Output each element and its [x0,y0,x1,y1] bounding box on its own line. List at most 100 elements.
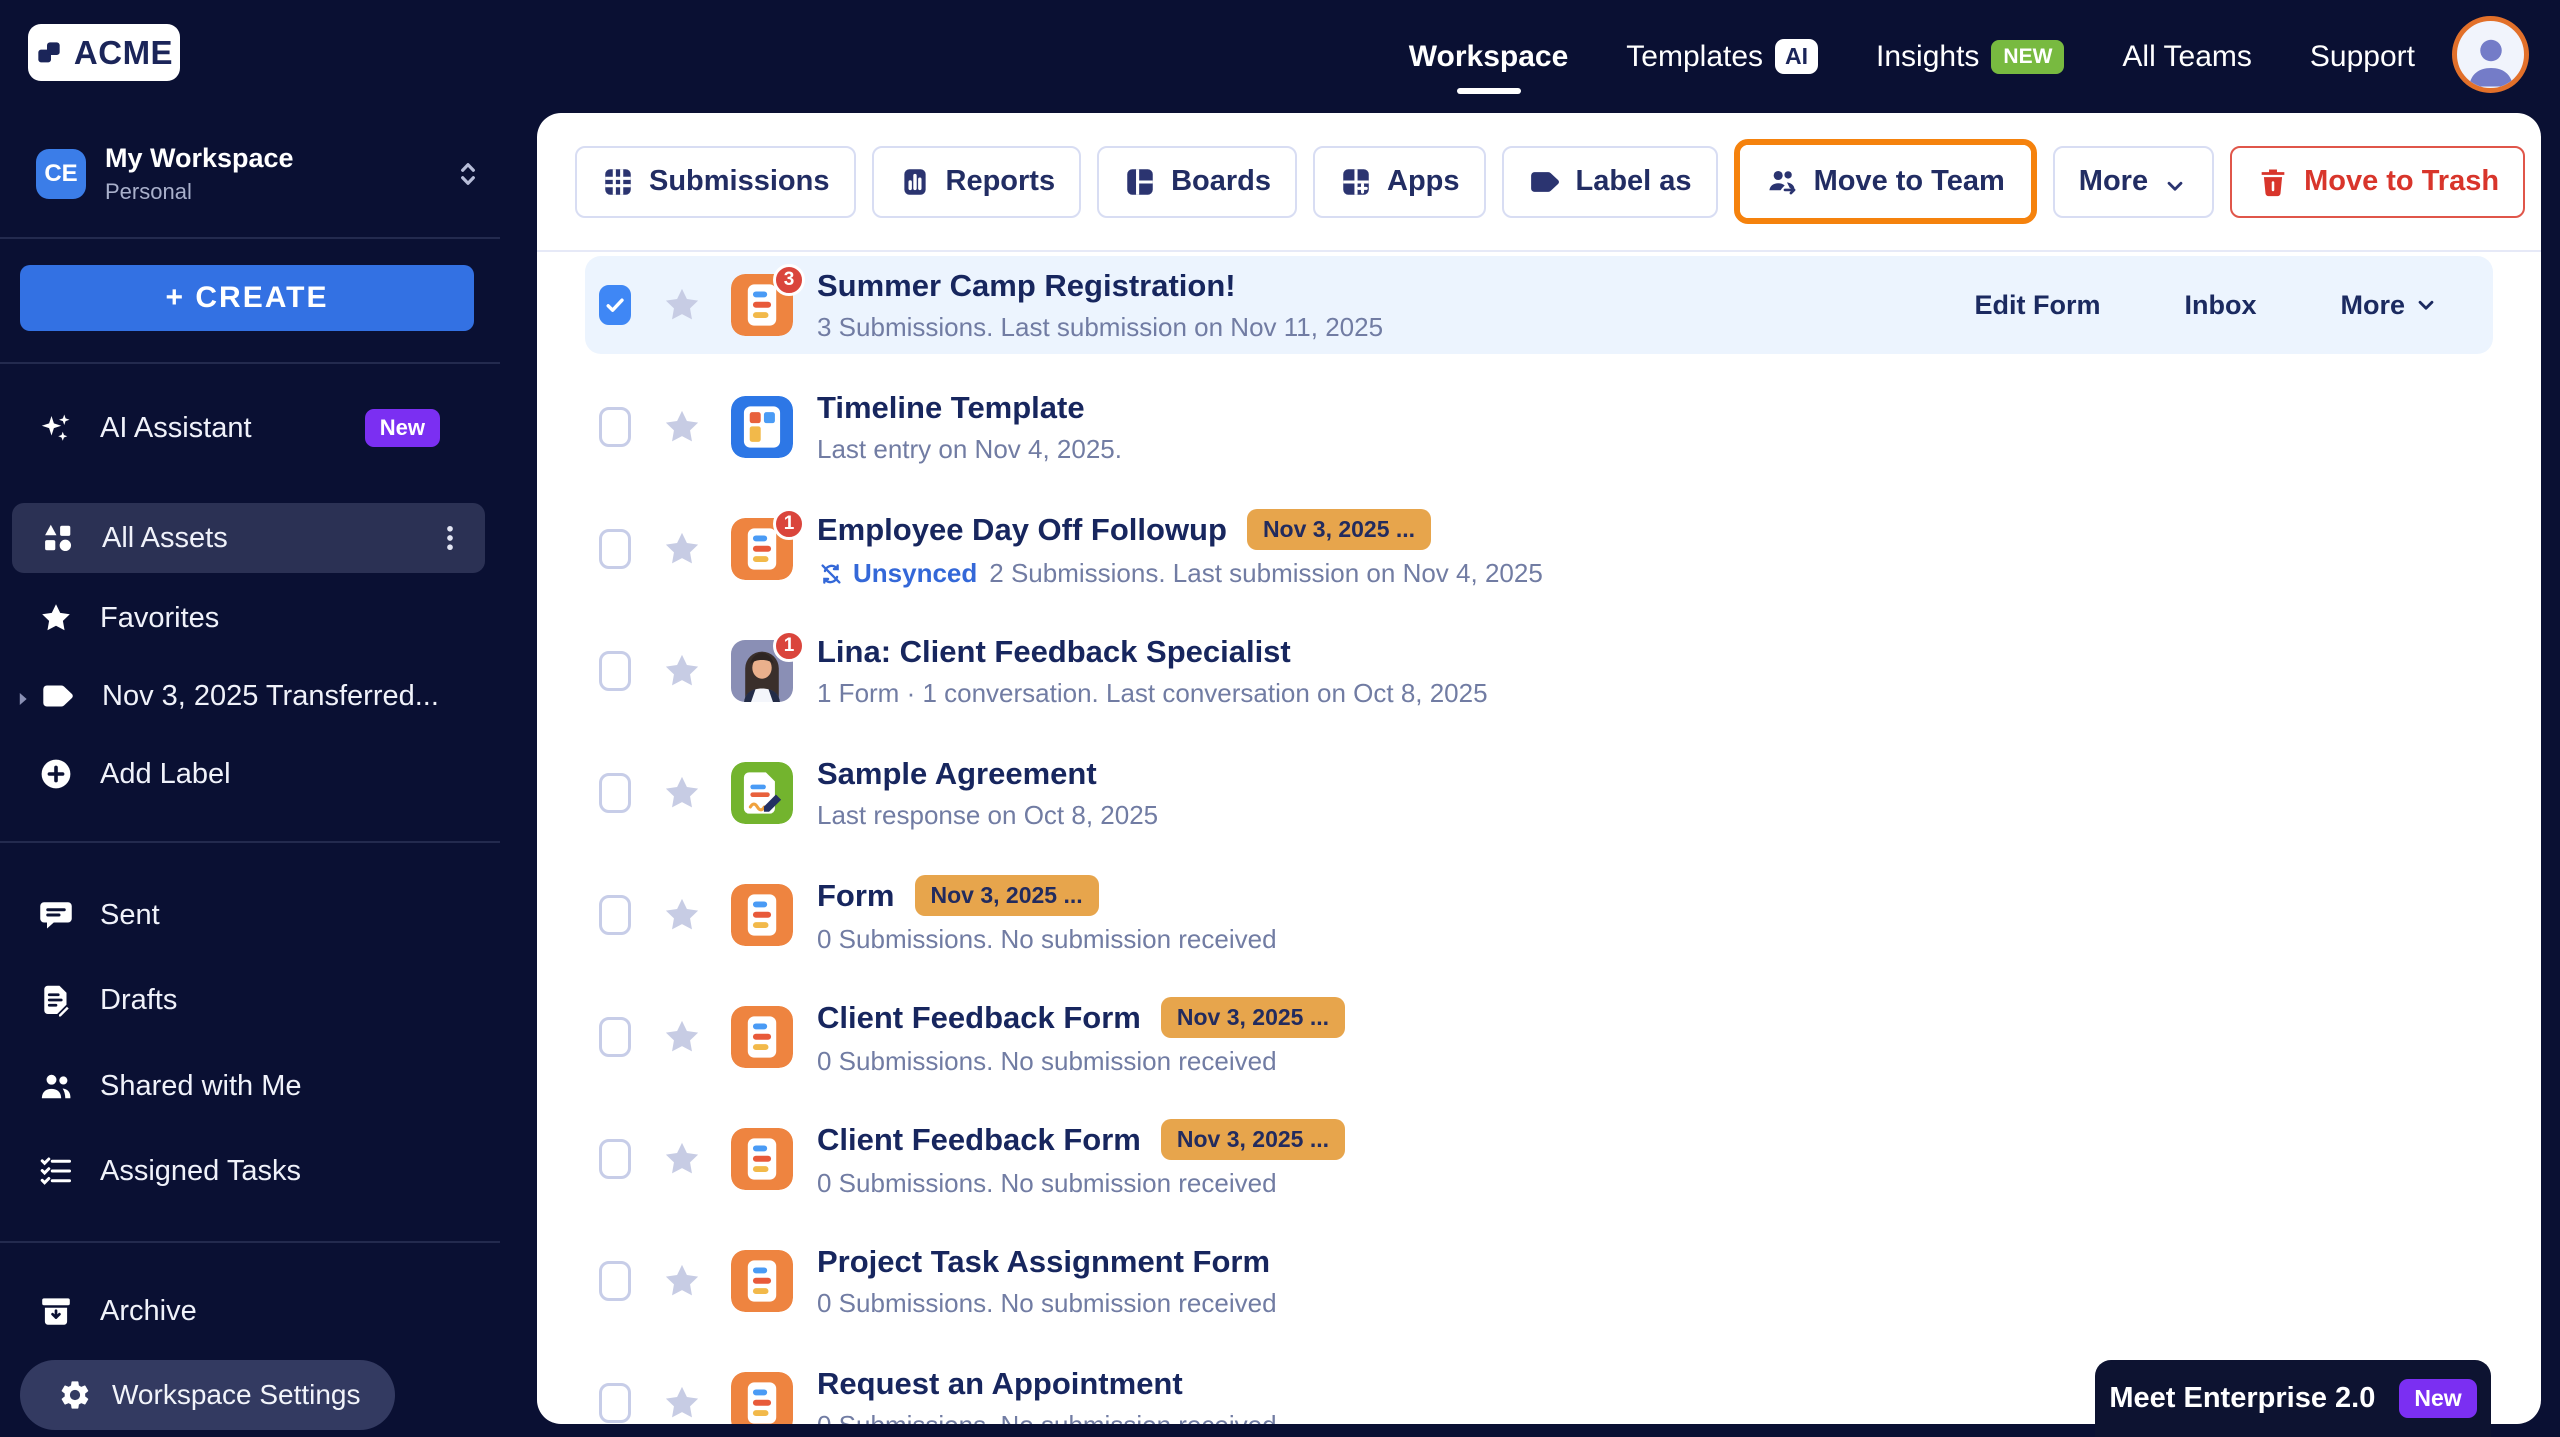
row-checkbox[interactable] [599,651,631,691]
people-arrow-icon [1766,165,1800,199]
list-item[interactable]: Client Feedback Form Nov 3, 2025 ... 0 S… [585,1110,2493,1208]
trash-icon [2256,165,2290,199]
list-item[interactable]: Form Nov 3, 2025 ... 0 Submissions. No s… [585,866,2493,964]
row-checkbox[interactable] [599,1383,631,1423]
favorite-star-icon[interactable] [661,650,703,692]
reports-button[interactable]: Reports [872,146,1082,218]
favorite-star-icon[interactable] [661,1382,703,1424]
inbox-button[interactable]: Inbox [2184,290,2256,321]
row-checkbox[interactable] [599,285,631,325]
top-navigation: Workspace Templates AI Insights NEW All … [1409,0,2415,113]
sidebar-item-sent[interactable]: Sent [0,882,500,948]
archive-icon [38,1292,76,1330]
reports-icon [898,165,932,199]
list-item[interactable]: Project Task Assignment Form 0 Submissio… [585,1232,2493,1330]
nav-all-teams[interactable]: All Teams [2122,0,2252,113]
more-button[interactable]: More [2053,146,2214,218]
sidebar-item-add-label[interactable]: Add Label [0,741,500,807]
row-subtitle: 3 Submissions. Last submission on Nov 11… [817,312,1383,343]
row-type-icon [731,884,793,946]
favorite-star-icon[interactable] [661,1260,703,1302]
acme-logo[interactable]: ACME [28,24,180,81]
sidebar-item-favorites[interactable]: Favorites [0,585,500,651]
apps-button[interactable]: Apps [1313,146,1486,218]
row-checkbox[interactable] [599,529,631,569]
favorite-star-icon[interactable] [661,528,703,570]
people-icon [38,1067,76,1105]
sparkles-icon [38,409,76,447]
row-title: Sample Agreement [817,756,1097,792]
unfold-chevron-icon[interactable] [452,158,484,190]
label-tag-icon [40,677,78,715]
row-type-icon: 1 [731,640,793,702]
list-item[interactable]: 1 Lina: Client Feedback Specialist 1 For… [585,622,2493,720]
row-checkbox[interactable] [599,407,631,447]
move-to-trash-button[interactable]: Move to Trash [2230,146,2525,218]
sidebar-item-ai-assistant[interactable]: AI Assistant New [0,395,500,461]
row-title: Project Task Assignment Form [817,1244,1270,1280]
submissions-button[interactable]: Submissions [575,146,856,218]
favorite-star-icon[interactable] [661,894,703,936]
create-button[interactable]: + CREATE [20,265,474,331]
sidebar-item-all-assets[interactable]: All Assets [12,503,485,573]
row-checkbox[interactable] [599,895,631,935]
logo-text: ACME [74,34,173,72]
sidebar-item-assigned-tasks[interactable]: Assigned Tasks [0,1138,500,1204]
list-item[interactable]: Timeline Template Last entry on Nov 4, 2… [585,378,2493,476]
nav-insights[interactable]: Insights NEW [1876,0,2064,113]
row-title: Employee Day Off Followup [817,512,1227,548]
nav-workspace[interactable]: Workspace [1409,0,1569,113]
list-item[interactable]: 3 Summer Camp Registration! 3 Submission… [585,256,2493,354]
user-avatar[interactable] [2452,16,2529,93]
row-checkbox[interactable] [599,1139,631,1179]
chevron-down-icon [2162,169,2188,195]
gear-icon [58,1378,92,1412]
edit-form-button[interactable]: Edit Form [1974,290,2100,321]
caret-right-icon[interactable] [12,685,34,707]
row-title: Lina: Client Feedback Specialist [817,634,1291,670]
workspace-selector[interactable]: CE My Workspace Personal [36,143,496,205]
list-item[interactable]: 1 Employee Day Off Followup Nov 3, 2025 … [585,500,2493,598]
list-item[interactable]: Client Feedback Form Nov 3, 2025 ... 0 S… [585,988,2493,1086]
row-type-icon [731,1006,793,1068]
row-type-icon [731,1372,793,1424]
move-to-team-button[interactable]: Move to Team [1740,145,2031,218]
favorite-star-icon[interactable] [661,284,703,326]
row-subtitle: Last response on Oct 8, 2025 [817,800,1158,831]
sidebar-item-label[interactable]: Nov 3, 2025 Transferred... [0,663,500,729]
sidebar-item-archive[interactable]: Archive [0,1278,500,1344]
boards-button[interactable]: Boards [1097,146,1297,218]
row-subtitle: 0 Submissions. No submission received [817,1046,1277,1077]
row-label-badge: Nov 3, 2025 ... [1161,997,1345,1038]
enterprise-banner[interactable]: Meet Enterprise 2.0 New [2095,1360,2491,1437]
row-actions: Edit Form Inbox More [1974,290,2457,321]
favorite-star-icon[interactable] [661,1016,703,1058]
row-type-icon [731,762,793,824]
favorite-star-icon[interactable] [661,1138,703,1180]
sidebar-item-drafts[interactable]: Drafts [0,967,500,1033]
favorite-star-icon[interactable] [661,406,703,448]
nav-templates[interactable]: Templates AI [1626,0,1818,113]
chat-icon [38,896,76,934]
row-subtitle: 1 Form · 1 conversation. Last conversati… [817,678,1488,709]
chevron-down-icon [2413,292,2439,318]
notification-count-badge: 1 [773,630,805,662]
person-icon [2461,29,2521,89]
list-item[interactable]: Sample Agreement Last response on Oct 8,… [585,744,2493,842]
nav-support[interactable]: Support [2310,0,2415,113]
row-title: Client Feedback Form [817,1122,1141,1158]
row-checkbox[interactable] [599,773,631,813]
favorite-star-icon[interactable] [661,772,703,814]
row-type-icon [731,1250,793,1312]
sidebar-item-shared-with-me[interactable]: Shared with Me [0,1053,500,1119]
row-checkbox[interactable] [599,1017,631,1057]
kebab-menu-icon[interactable] [433,521,467,555]
new-badge: New [2399,1379,2476,1418]
label-as-button[interactable]: Label as [1502,146,1718,218]
asset-list: 3 Summer Camp Registration! 3 Submission… [537,252,2541,1424]
row-checkbox[interactable] [599,1261,631,1301]
row-type-icon: 3 [731,274,793,336]
row-more-button[interactable]: More [2340,290,2439,321]
workspace-settings-button[interactable]: Workspace Settings [20,1360,395,1430]
move-to-team-highlight: Move to Team [1734,139,2037,224]
